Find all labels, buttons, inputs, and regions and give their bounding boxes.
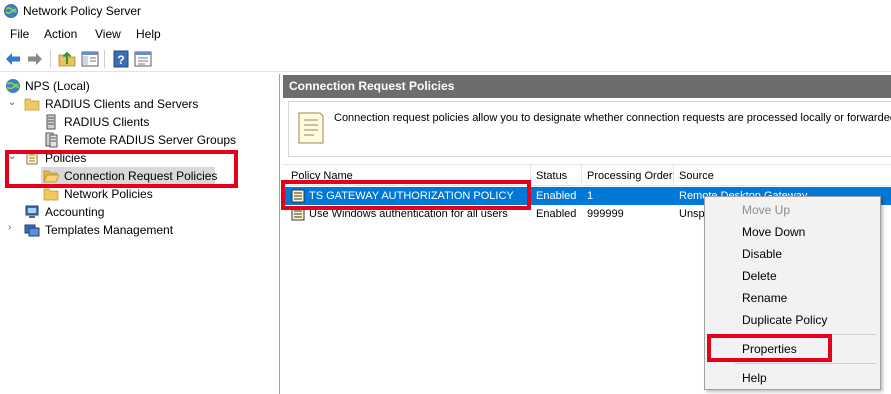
highlight-properties xyxy=(707,334,832,362)
tree-item-templates-management[interactable]: › Templates Management xyxy=(0,221,270,239)
toolbar: ? xyxy=(0,46,891,72)
folder-icon xyxy=(24,98,40,111)
tree-label-accounting: Accounting xyxy=(45,205,105,219)
highlight-ts-gateway-policy xyxy=(281,180,531,210)
row-status: Enabled xyxy=(536,190,577,202)
column-header-source[interactable]: Source xyxy=(679,170,714,182)
tree-label-nps-local: NPS (Local) xyxy=(25,79,90,93)
tree-item-nps-local[interactable]: NPS (Local) xyxy=(0,77,270,95)
description-panel: Connection request policies allow you to… xyxy=(288,101,891,157)
tree-label-network-policies: Network Policies xyxy=(64,187,153,201)
help-icon[interactable]: ? xyxy=(111,49,131,69)
column-header-status[interactable]: Status xyxy=(536,170,567,182)
accounting-icon xyxy=(25,205,39,218)
menu-item-delete[interactable]: Delete xyxy=(742,269,777,283)
row-processing-order: 1 xyxy=(587,190,594,202)
globe-icon xyxy=(4,4,18,18)
templates-icon xyxy=(24,224,40,237)
chevron-down-icon[interactable]: ⌄ xyxy=(8,98,18,108)
description-text: Connection request policies allow you to… xyxy=(334,112,891,124)
window-title: Network Policy Server xyxy=(23,4,142,18)
folder-icon xyxy=(43,188,59,201)
tree-label-radius-clients: RADIUS Clients xyxy=(64,115,150,129)
menu-bar: File Action View Help xyxy=(0,24,891,45)
row-processing-order: 999999 xyxy=(587,208,624,220)
globe-icon xyxy=(6,79,20,93)
menu-item-move-down[interactable]: Move Down xyxy=(742,225,805,239)
column-header-processing-order[interactable]: Processing Order xyxy=(587,170,673,182)
highlight-policies xyxy=(5,150,238,188)
server-group-icon xyxy=(45,132,58,148)
back-arrow-icon[interactable] xyxy=(3,49,23,69)
menu-item-disable[interactable]: Disable xyxy=(742,247,782,261)
tree-label-radius-clients-servers: RADIUS Clients and Servers xyxy=(45,97,199,111)
properties-pane-icon[interactable] xyxy=(133,49,153,69)
chevron-right-icon[interactable]: › xyxy=(8,223,18,233)
menu-item-rename[interactable]: Rename xyxy=(742,291,787,305)
menu-separator xyxy=(735,363,876,364)
menu-item-move-up: Move Up xyxy=(742,203,791,217)
server-icon xyxy=(46,114,56,130)
navigation-tree: NPS (Local) ⌄ RADIUS Clients and Servers… xyxy=(0,74,280,394)
row-status: Enabled xyxy=(536,208,577,220)
pane-header: Connection Request Policies xyxy=(283,75,891,98)
title-bar: Network Policy Server xyxy=(0,0,891,24)
menu-file[interactable]: File xyxy=(9,27,30,41)
tree-item-radius-clients-servers[interactable]: ⌄ RADIUS Clients and Servers xyxy=(0,95,270,113)
menu-action[interactable]: Action xyxy=(43,27,78,41)
menu-help[interactable]: Help xyxy=(135,27,162,41)
menu-item-help[interactable]: Help xyxy=(742,371,767,385)
menu-view[interactable]: View xyxy=(94,27,122,41)
tree-label-templates-management: Templates Management xyxy=(45,223,174,237)
show-hide-tree-icon[interactable] xyxy=(80,49,100,69)
forward-arrow-icon[interactable] xyxy=(25,49,45,69)
tree-label-remote-radius-server-groups: Remote RADIUS Server Groups xyxy=(64,133,237,147)
pane-title: Connection Request Policies xyxy=(289,79,455,93)
tree-item-radius-clients[interactable]: RADIUS Clients xyxy=(0,113,270,131)
policy-document-icon xyxy=(298,112,324,144)
tree-item-accounting[interactable]: Accounting xyxy=(0,203,270,221)
up-folder-icon[interactable] xyxy=(57,49,77,69)
tree-item-remote-radius-server-groups[interactable]: Remote RADIUS Server Groups xyxy=(0,131,270,149)
svg-text:?: ? xyxy=(117,53,124,67)
menu-item-duplicate-policy[interactable]: Duplicate Policy xyxy=(742,313,827,327)
